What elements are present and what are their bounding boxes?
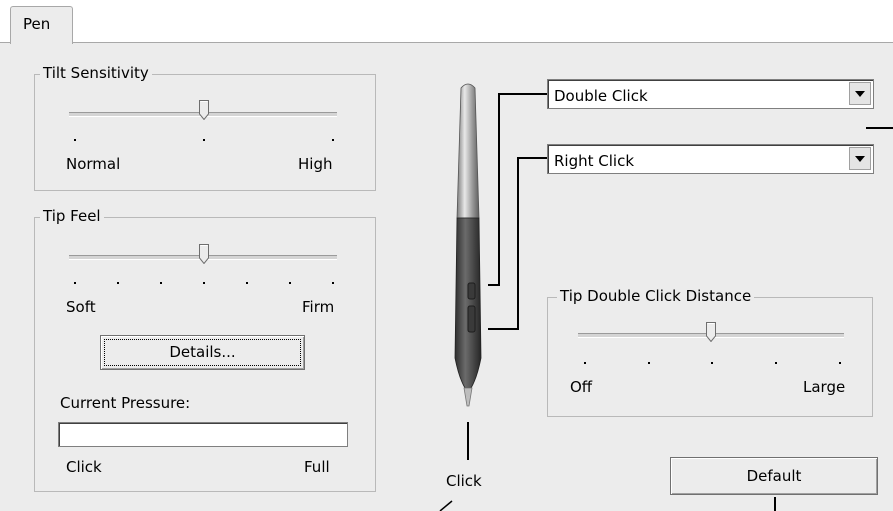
upper-button-connector (488, 284, 500, 286)
tip-feel-max-label: Firm (302, 298, 335, 316)
tilt-tick (203, 139, 205, 141)
pressure-min-label: Click (66, 458, 102, 476)
tip-feel-min-label: Soft (66, 298, 96, 316)
distance-slider-thumb[interactable] (706, 322, 716, 342)
lower-button-value: Right Click (554, 152, 635, 170)
tilt-sensitivity-group (34, 74, 376, 191)
tip-feel-tick (289, 282, 291, 284)
pressure-max-label: Full (304, 458, 330, 476)
details-button[interactable]: Details... (100, 335, 305, 370)
distance-tick (839, 362, 841, 364)
distance-tick (775, 362, 777, 364)
lower-button-connector (517, 157, 519, 329)
default-button[interactable]: Default (670, 457, 878, 495)
tip-feel-tick (160, 282, 162, 284)
tip-function-label: Click (446, 472, 482, 490)
default-button-label: Default (746, 467, 802, 485)
dropdown-arrow-icon[interactable] (849, 147, 871, 170)
tip-feel-tick (74, 282, 76, 284)
callout-line (866, 127, 893, 129)
current-pressure-label: Current Pressure: (60, 394, 191, 412)
tip-double-click-distance-title: Tip Double Click Distance (557, 287, 755, 305)
distance-max-label: Large (803, 378, 846, 396)
tilt-min-label: Normal (66, 155, 121, 173)
tilt-tick (332, 139, 334, 141)
tilt-slider-thumb[interactable] (199, 100, 209, 120)
upper-button-connector (498, 93, 548, 95)
tip-feel-title: Tip Feel (40, 207, 104, 225)
lower-button-dropdown[interactable]: Right Click (547, 144, 874, 174)
callout-line (774, 497, 776, 511)
current-pressure-bar (58, 422, 348, 447)
distance-tick (711, 362, 713, 364)
tip-feel-slider-thumb[interactable] (199, 244, 209, 264)
tilt-tick (74, 139, 76, 141)
callout-line (439, 500, 453, 511)
tip-feel-tick (117, 282, 119, 284)
pen-icon (454, 83, 482, 407)
upper-button-connector (498, 93, 500, 285)
details-button-label: Details... (169, 343, 236, 361)
distance-tick (584, 362, 586, 364)
tip-feel-tick (246, 282, 248, 284)
dropdown-arrow-icon[interactable] (849, 82, 871, 105)
tilt-sensitivity-title: Tilt Sensitivity (40, 64, 152, 82)
tip-feel-tick (203, 282, 205, 284)
tilt-max-label: High (298, 155, 333, 173)
distance-tick (648, 362, 650, 364)
tab-pen-label: Pen (23, 15, 51, 33)
lower-button-connector (488, 328, 519, 330)
upper-button-value: Double Click (554, 87, 648, 105)
tip-connector (467, 422, 469, 460)
tip-feel-tick (332, 282, 334, 284)
upper-button-dropdown[interactable]: Double Click (547, 79, 874, 109)
tip-double-click-distance-group (547, 297, 873, 417)
tab-pen[interactable]: Pen (10, 6, 73, 44)
distance-min-label: Off (570, 378, 593, 396)
lower-button-connector (517, 157, 548, 159)
